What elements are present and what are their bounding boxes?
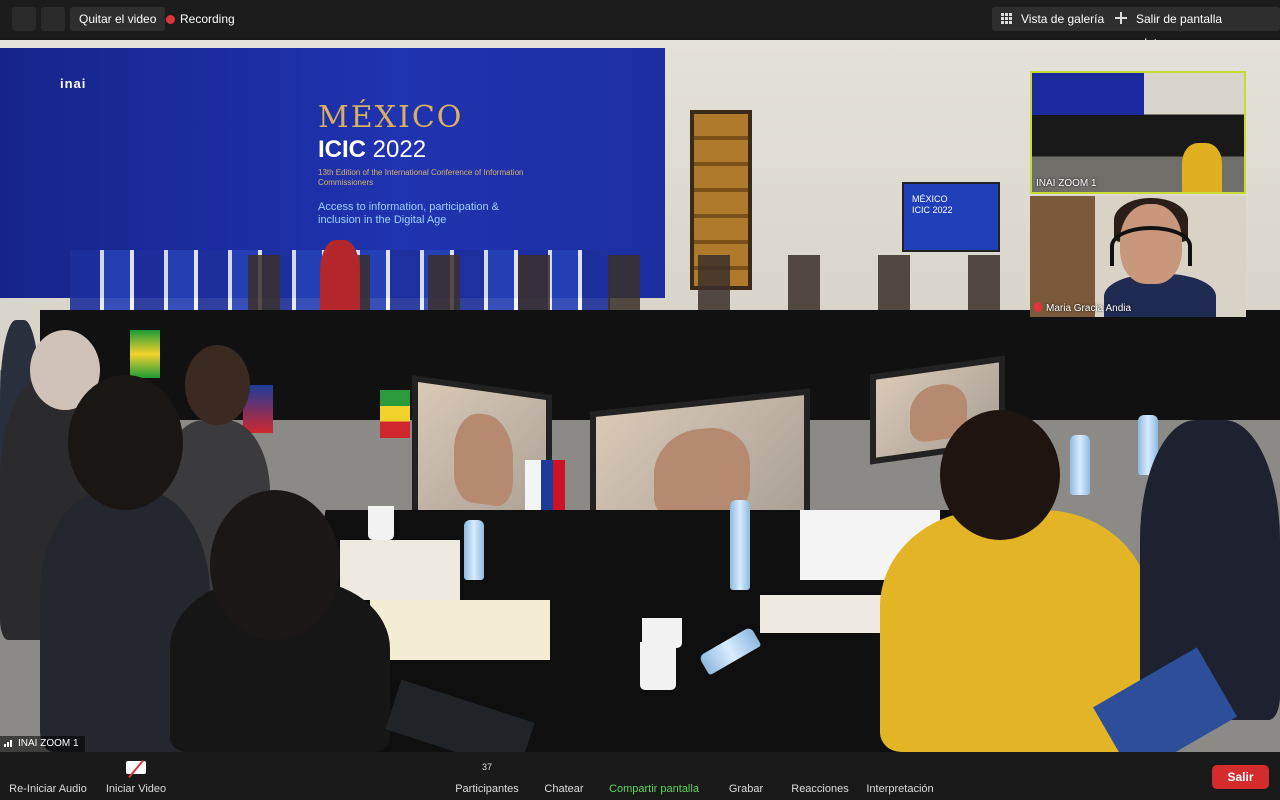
event-screen-line2: ICIC 2022 xyxy=(912,205,953,215)
thumbnail-backdrop xyxy=(1032,73,1144,115)
exit-fullscreen-icon xyxy=(1115,12,1127,24)
delegate-head xyxy=(68,375,183,510)
reactions-label: Reacciones xyxy=(791,783,849,795)
headset-icon xyxy=(1110,226,1192,266)
start-video-button[interactable]: Iniciar Video xyxy=(100,752,172,800)
chat-label: Chatear xyxy=(544,783,584,795)
documents xyxy=(340,540,460,600)
water-bottle xyxy=(464,520,484,580)
participant-thumbnail[interactable]: INAI ZOOM 1 xyxy=(1030,71,1246,194)
participants-button[interactable]: 37 Participantes xyxy=(448,752,526,800)
cup xyxy=(640,642,676,690)
water-bottle xyxy=(1070,435,1090,495)
signal-icon xyxy=(4,738,14,747)
thumbnail-delegate xyxy=(1182,143,1222,192)
gallery-view-label: Vista de galería xyxy=(1021,12,1105,26)
backdrop-subtitle: 13th Edition of the International Confer… xyxy=(318,168,524,187)
participants-label: Participantes xyxy=(455,783,519,795)
recording-indicator[interactable]: Recording xyxy=(166,7,235,31)
join-audio-button[interactable]: Re-Iniciar Audio xyxy=(4,752,92,800)
stop-video-share-button[interactable]: Quitar el video xyxy=(70,7,166,31)
recording-label: Recording xyxy=(180,12,235,26)
mic-muted-icon xyxy=(1034,302,1042,312)
gallery-view-button[interactable]: Vista de galería xyxy=(992,7,1114,31)
cup xyxy=(642,618,682,648)
main-video-name-label: INAI ZOOM 1 xyxy=(0,736,85,752)
window-control[interactable] xyxy=(12,7,36,31)
grid-icon xyxy=(1001,13,1012,24)
event-screen: MÉXICO ICIC 2022 xyxy=(902,182,1000,252)
exit-fullscreen-button[interactable]: Salir de pantalla completa xyxy=(1106,7,1280,50)
delegate-head xyxy=(210,490,340,640)
backdrop-theme: Access to information, participation & i… xyxy=(318,201,499,226)
water-bottle xyxy=(730,500,750,590)
participant-thumbnail[interactable]: Maria Gracia Andia xyxy=(1030,196,1246,317)
brazil-flag xyxy=(130,330,160,378)
main-video-name: INAI ZOOM 1 xyxy=(18,738,79,749)
window-control[interactable] xyxy=(41,7,65,31)
cup xyxy=(368,506,394,540)
ethiopia-flag xyxy=(380,390,410,438)
delegate-head xyxy=(940,410,1060,540)
chat-button[interactable]: Chatear xyxy=(536,752,592,800)
record-button[interactable]: Grabar xyxy=(720,752,772,800)
thumbnail-name-row: Maria Gracia Andia xyxy=(1034,302,1131,314)
delegate-head xyxy=(185,345,250,425)
participants-count: 37 xyxy=(481,762,492,772)
top-bar: Quitar el video Recording Vista de galer… xyxy=(0,0,1280,50)
interpretation-button[interactable]: Interpretación xyxy=(860,752,940,800)
leave-meeting-button[interactable]: Salir xyxy=(1212,765,1269,789)
backdrop-mexico: MÉXICO xyxy=(318,100,464,135)
thumbnail-name: INAI ZOOM 1 xyxy=(1036,178,1097,189)
backdrop-logos: inai xyxy=(60,76,87,91)
folders xyxy=(370,600,550,660)
backdrop-icic: ICIC 2022 xyxy=(318,136,426,164)
record-label: Grabar xyxy=(728,783,764,795)
event-screen-line1: MÉXICO xyxy=(912,194,948,204)
documents xyxy=(760,595,890,633)
thumbnail-name: Maria Gracia Andia xyxy=(1046,303,1132,314)
backdrop-icic-name: ICIC xyxy=(318,136,366,163)
start-video-label: Iniciar Video xyxy=(105,783,167,795)
standing-woman xyxy=(320,240,360,320)
reactions-button[interactable]: Reacciones xyxy=(786,752,854,800)
interpretation-label: Interpretación xyxy=(866,783,934,795)
bottom-toolbar: Re-Iniciar Audio Iniciar Video 37 Partic… xyxy=(0,752,1280,800)
recording-dot-icon xyxy=(166,15,175,24)
backdrop-year: 2022 xyxy=(372,136,427,163)
event-screen-text: MÉXICO ICIC 2022 xyxy=(912,194,953,216)
share-screen-label: Compartir pantalla xyxy=(609,783,699,795)
join-audio-label: Re-Iniciar Audio xyxy=(9,783,87,795)
share-screen-button[interactable]: Compartir pantalla xyxy=(602,752,706,800)
